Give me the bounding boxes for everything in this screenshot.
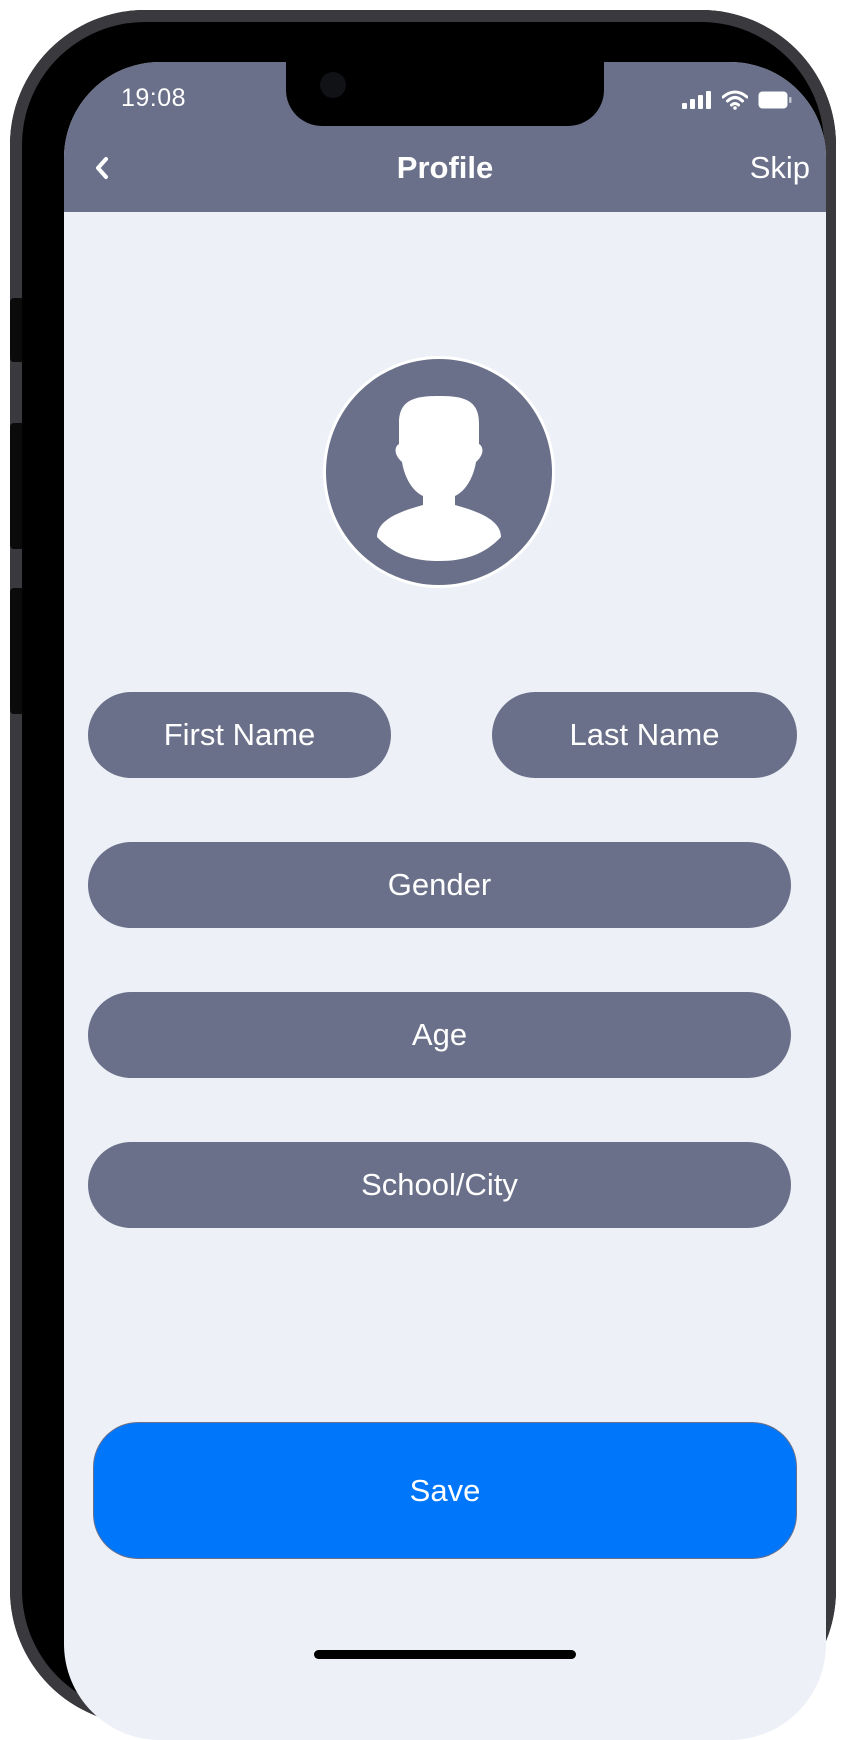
skip-button[interactable]: Skip [750, 150, 810, 186]
gender-field[interactable]: Gender [88, 842, 791, 928]
school-city-field[interactable]: School/City [88, 1142, 791, 1228]
status-icons [682, 90, 792, 115]
volume-down-button [10, 588, 22, 714]
battery-icon [758, 91, 792, 114]
header: 19:08 Profile Skip [64, 62, 826, 212]
status-time: 19:08 [121, 84, 187, 112]
first-name-field[interactable]: First Name [88, 692, 391, 778]
page-title: Profile [396, 150, 494, 185]
last-name-field[interactable]: Last Name [492, 692, 797, 778]
mute-switch [10, 298, 22, 362]
home-indicator[interactable] [314, 1650, 576, 1659]
front-camera [320, 72, 346, 98]
signal-icon [682, 91, 712, 114]
screen: 19:08 Profile Skip First Name Last Name … [64, 62, 826, 1740]
age-field[interactable]: Age [88, 992, 791, 1078]
save-button[interactable]: Save [94, 1423, 796, 1558]
avatar[interactable] [326, 359, 552, 585]
wifi-icon [721, 90, 749, 115]
user-silhouette-icon [377, 396, 501, 561]
phone-frame: 19:08 Profile Skip First Name Last Name … [10, 10, 836, 1740]
volume-up-button [10, 423, 22, 549]
